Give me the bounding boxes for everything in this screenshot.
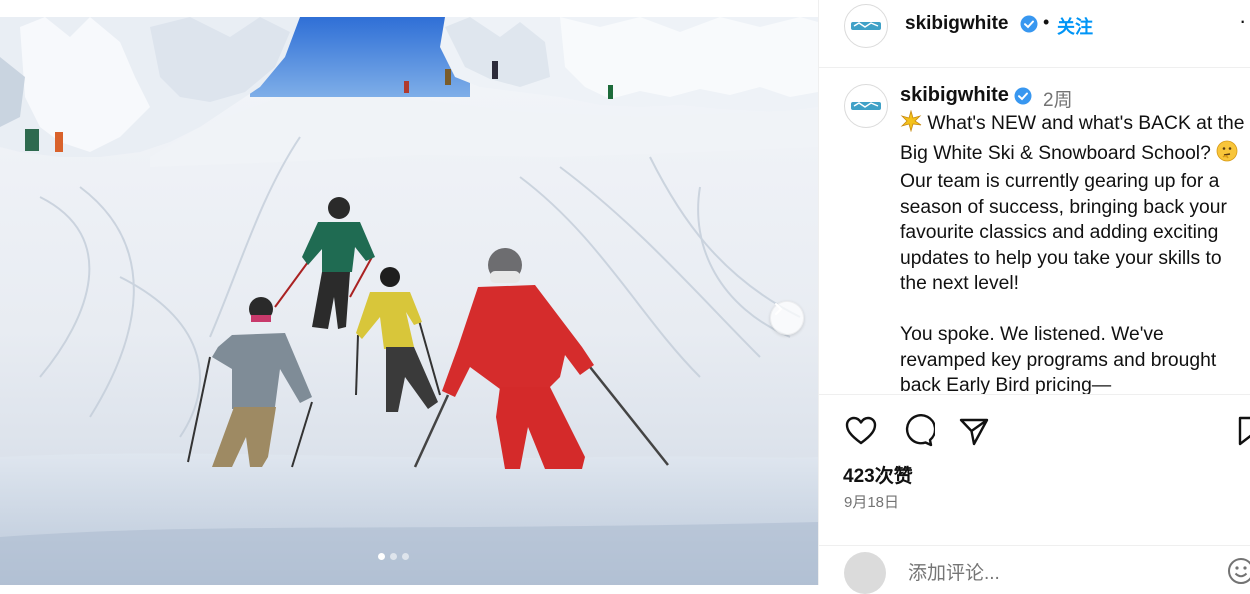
sparkle-burst-icon bbox=[900, 109, 922, 140]
caption-line: Our team is currently gearing up for a s… bbox=[900, 142, 1244, 294]
chevron-right-icon bbox=[775, 303, 783, 315]
header-username[interactable]: skibigwhite bbox=[905, 13, 1008, 35]
comment-button[interactable] bbox=[901, 414, 937, 448]
carousel-dot bbox=[390, 553, 397, 560]
follow-button[interactable]: 关注 bbox=[1057, 13, 1093, 39]
save-button[interactable] bbox=[1237, 414, 1250, 448]
post-header: skibigwhite • 关注 ··· bbox=[819, 0, 1250, 68]
header-separator: • bbox=[1043, 12, 1050, 32]
thinking-face-icon bbox=[1216, 140, 1238, 170]
big-white-logo-icon bbox=[851, 102, 881, 110]
caption-text: What's NEW and what's BACK at the Big Wh… bbox=[900, 109, 1250, 395]
emoji-icon bbox=[1228, 558, 1250, 584]
verified-badge-icon bbox=[1014, 87, 1032, 105]
more-options-button[interactable]: ··· bbox=[1239, 8, 1250, 34]
heart-icon bbox=[845, 416, 877, 445]
caption-line: You spoke. We listened. We've revamped k… bbox=[900, 324, 1222, 395]
big-white-logo-icon bbox=[851, 22, 881, 30]
current-user-avatar bbox=[844, 552, 886, 594]
caption-time[interactable]: 2周 bbox=[1043, 85, 1073, 112]
ski-photo bbox=[0, 17, 818, 585]
account-avatar[interactable] bbox=[844, 4, 888, 48]
post-panel: skibigwhite • 关注 ··· skibigwhite 2周 What… bbox=[818, 0, 1250, 594]
share-button[interactable] bbox=[957, 414, 991, 448]
like-button[interactable] bbox=[844, 414, 878, 448]
bookmark-icon bbox=[1238, 416, 1250, 446]
comment-input[interactable] bbox=[906, 562, 1210, 586]
comment-row bbox=[819, 545, 1250, 594]
like-count[interactable]: 423次赞 bbox=[843, 461, 913, 488]
comment-icon bbox=[905, 414, 937, 447]
caption-username[interactable]: skibigwhite bbox=[900, 84, 1009, 107]
carousel-dot-active bbox=[378, 553, 385, 560]
share-icon bbox=[959, 418, 989, 446]
carousel-next-button[interactable] bbox=[770, 301, 804, 335]
emoji-button[interactable] bbox=[1226, 556, 1250, 586]
caption-line: What's NEW and what's BACK at the Big Wh… bbox=[900, 113, 1250, 164]
caption-avatar[interactable] bbox=[844, 84, 888, 128]
carousel-indicator bbox=[378, 553, 409, 560]
post-date[interactable]: 9月18日 bbox=[844, 491, 899, 512]
post-photo[interactable] bbox=[0, 17, 818, 585]
verified-badge-icon bbox=[1020, 15, 1038, 33]
caption-area: skibigwhite 2周 What's NEW and what's BAC… bbox=[819, 68, 1250, 395]
carousel-dot bbox=[402, 553, 409, 560]
post-actions bbox=[819, 410, 1250, 450]
